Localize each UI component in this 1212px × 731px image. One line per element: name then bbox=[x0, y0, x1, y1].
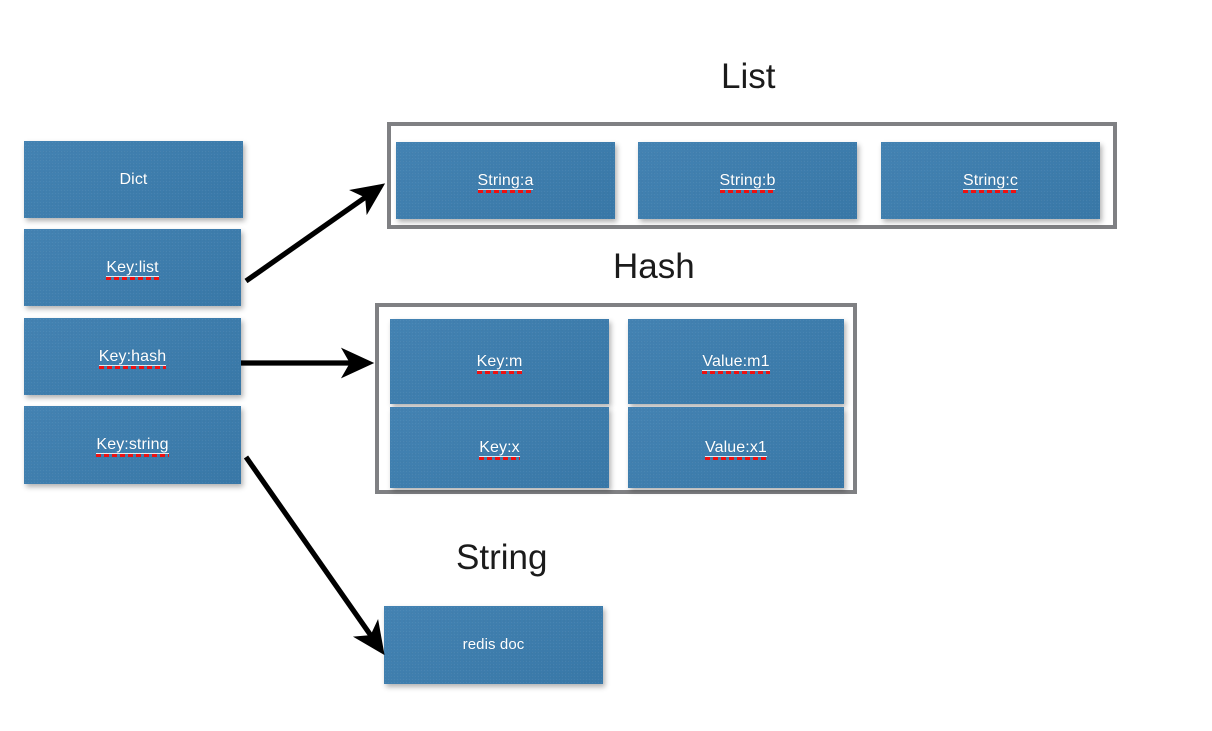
list-item-string-b[interactable]: String:b bbox=[638, 142, 857, 219]
diagram-canvas: List Hash String Dict Key:list Key:hash … bbox=[0, 0, 1212, 731]
section-title-hash: Hash bbox=[613, 247, 695, 286]
key-hash-box-label: Key:hash bbox=[98, 347, 167, 369]
hash-row-0-key-label: Key:m bbox=[476, 352, 523, 374]
arrow-key-string-to-string bbox=[243, 455, 385, 656]
list-item-string-c-label: String:c bbox=[962, 171, 1019, 193]
hash-row-0-value[interactable]: Value:m1 bbox=[628, 319, 844, 404]
dict-box[interactable]: Dict bbox=[24, 141, 243, 218]
hash-row-0-key[interactable]: Key:m bbox=[390, 319, 609, 404]
hash-row-1-value[interactable]: Value:x1 bbox=[628, 407, 844, 488]
hash-row-1-value-label: Value:x1 bbox=[705, 438, 767, 460]
string-value-box[interactable]: redis doc bbox=[384, 606, 603, 684]
key-string-box-label: Key:string bbox=[96, 436, 169, 457]
hash-row-1-key[interactable]: Key:x bbox=[390, 407, 609, 488]
section-title-string: String bbox=[456, 538, 548, 577]
section-title-list: List bbox=[721, 57, 776, 96]
key-string-box[interactable]: Key:string bbox=[24, 406, 241, 484]
list-item-string-a-label: String:a bbox=[477, 171, 534, 193]
hash-row-0-value-label: Value:m1 bbox=[702, 352, 770, 374]
dict-box-label: Dict bbox=[119, 170, 148, 188]
arrow-key-list-to-list bbox=[244, 183, 386, 284]
key-list-box-label: Key:list bbox=[106, 258, 160, 280]
key-list-box[interactable]: Key:list bbox=[24, 229, 241, 306]
list-item-string-a[interactable]: String:a bbox=[396, 142, 615, 219]
list-item-string-c[interactable]: String:c bbox=[881, 142, 1100, 219]
key-hash-box[interactable]: Key:hash bbox=[24, 318, 241, 395]
string-value-box-label: redis doc bbox=[462, 636, 525, 653]
list-item-string-b-label: String:b bbox=[719, 171, 776, 193]
hash-row-1-key-label: Key:x bbox=[479, 438, 520, 460]
